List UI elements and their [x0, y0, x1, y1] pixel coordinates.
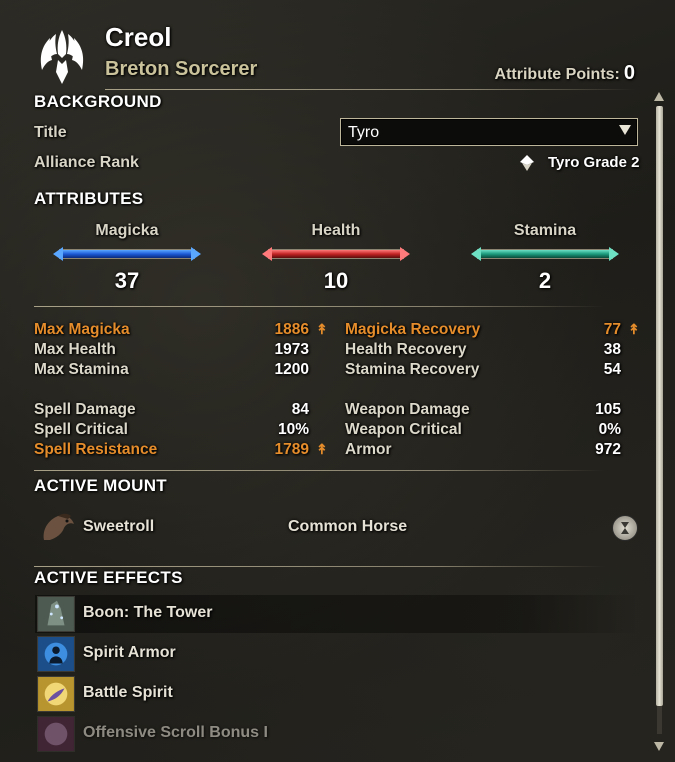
character-class: Breton Sorcerer [105, 58, 258, 80]
stat-label-weapon-damage: Weapon Damage [345, 401, 470, 418]
buff-arrow-icon: ↟ [316, 321, 328, 337]
stat-label-max-magicka: Max Magicka [34, 321, 130, 338]
winged-emblem-icon [40, 30, 84, 84]
attribute-value-health: 10 [323, 268, 349, 293]
stat-label-spell-critical: Spell Critical [34, 421, 128, 438]
spirit-armor-icon [37, 636, 75, 672]
attribute-value-magicka: 37 [114, 268, 140, 293]
effect-name: Spirit Armor [83, 644, 176, 661]
health-bar[interactable] [262, 247, 410, 261]
section-title-active-effects: ACTIVE EFFECTS [34, 568, 183, 587]
offensive-scroll-icon [37, 716, 75, 752]
stat-label-armor: Armor [345, 441, 392, 458]
stat-label-max-stamina: Max Stamina [34, 361, 129, 378]
magicka-bar[interactable] [53, 247, 201, 261]
battle-spirit-icon [37, 676, 75, 712]
effect-row[interactable]: Battle Spirit [35, 675, 640, 713]
scroll-down-arrow-icon[interactable] [654, 742, 664, 751]
effect-name: Battle Spirit [83, 684, 173, 701]
effect-row[interactable]: Boon: The Tower [35, 595, 640, 633]
stat-value-spell-critical: 10% [277, 421, 309, 438]
character-name: Creol [105, 22, 172, 52]
stat-label-max-health: Max Health [34, 341, 116, 358]
header-divider [105, 89, 635, 90]
attribute-label-magicka: Magicka [95, 222, 159, 239]
stat-value-weapon-critical: 0% [598, 421, 621, 438]
attribute-label-stamina: Stamina [513, 222, 577, 239]
title-label: Title [34, 124, 67, 141]
stat-label-weapon-critical: Weapon Critical [345, 421, 462, 438]
section-title-active-mount: ACTIVE MOUNT [34, 476, 167, 495]
buff-arrow-icon: ↟ [316, 441, 328, 457]
attribute-value-stamina: 2 [538, 268, 552, 293]
stat-value-max-stamina: 1200 [274, 361, 309, 378]
tower-constellation-icon [37, 596, 75, 632]
bar-cap-left-icon [53, 247, 63, 261]
stat-label-magicka-recovery: Magicka Recovery [345, 321, 481, 338]
horse-icon[interactable] [38, 510, 78, 546]
attribute-points: Attribute Points: 0 [495, 62, 635, 85]
title-dropdown-value: Tyro [348, 124, 380, 141]
section-title-attributes: ATTRIBUTES [34, 189, 144, 208]
rank-insignia-icon [520, 155, 534, 171]
effect-name: Offensive Scroll Bonus I [83, 724, 268, 741]
bar-cap-left-icon [471, 247, 481, 261]
stat-value-magicka-recovery: 77 [603, 321, 621, 338]
stat-value-spell-resistance: 1789 [274, 441, 309, 458]
attribute-points-value: 0 [623, 62, 635, 84]
stat-label-stamina-recovery: Stamina Recovery [345, 361, 480, 378]
stat-value-stamina-recovery: 54 [603, 361, 621, 378]
stats-divider [34, 470, 604, 471]
hourglass-icon[interactable] [612, 515, 638, 541]
stat-value-weapon-damage: 105 [595, 401, 621, 418]
bar-cap-right-icon [609, 247, 619, 261]
section-title-background: BACKGROUND [34, 92, 162, 111]
stat-label-spell-damage: Spell Damage [34, 401, 136, 418]
stat-value-health-recovery: 38 [603, 341, 621, 358]
alliance-rank-label: Alliance Rank [34, 154, 139, 171]
alliance-rank-value: Tyro Grade 2 [548, 154, 640, 171]
mount-divider [34, 566, 604, 567]
stat-value-armor: 972 [595, 441, 621, 458]
bar-cap-right-icon [400, 247, 410, 261]
attribute-points-label: Attribute Points: [494, 66, 620, 83]
scrollbar-thumb[interactable] [656, 106, 663, 706]
stamina-bar[interactable] [471, 247, 619, 261]
stat-label-spell-resistance: Spell Resistance [34, 441, 158, 458]
mount-type: Common Horse [288, 518, 408, 535]
buff-arrow-icon: ↟ [628, 321, 640, 337]
effect-row[interactable]: Spirit Armor [35, 635, 640, 673]
attribute-label-health: Health [311, 222, 361, 239]
title-dropdown[interactable]: Tyro [340, 118, 638, 146]
dropdown-arrow-icon [619, 125, 631, 135]
stat-value-max-magicka: 1886 [274, 321, 309, 338]
effect-name: Boon: The Tower [83, 604, 213, 621]
effect-row[interactable]: Offensive Scroll Bonus I [35, 715, 640, 753]
scroll-up-arrow-icon[interactable] [654, 92, 664, 101]
bar-cap-right-icon [191, 247, 201, 261]
bar-cap-left-icon [262, 247, 272, 261]
mount-name: Sweetroll [83, 518, 155, 535]
stat-label-health-recovery: Health Recovery [345, 341, 467, 358]
attributes-divider [34, 306, 604, 307]
stat-value-max-health: 1973 [274, 341, 309, 358]
stat-value-spell-damage: 84 [291, 401, 309, 418]
